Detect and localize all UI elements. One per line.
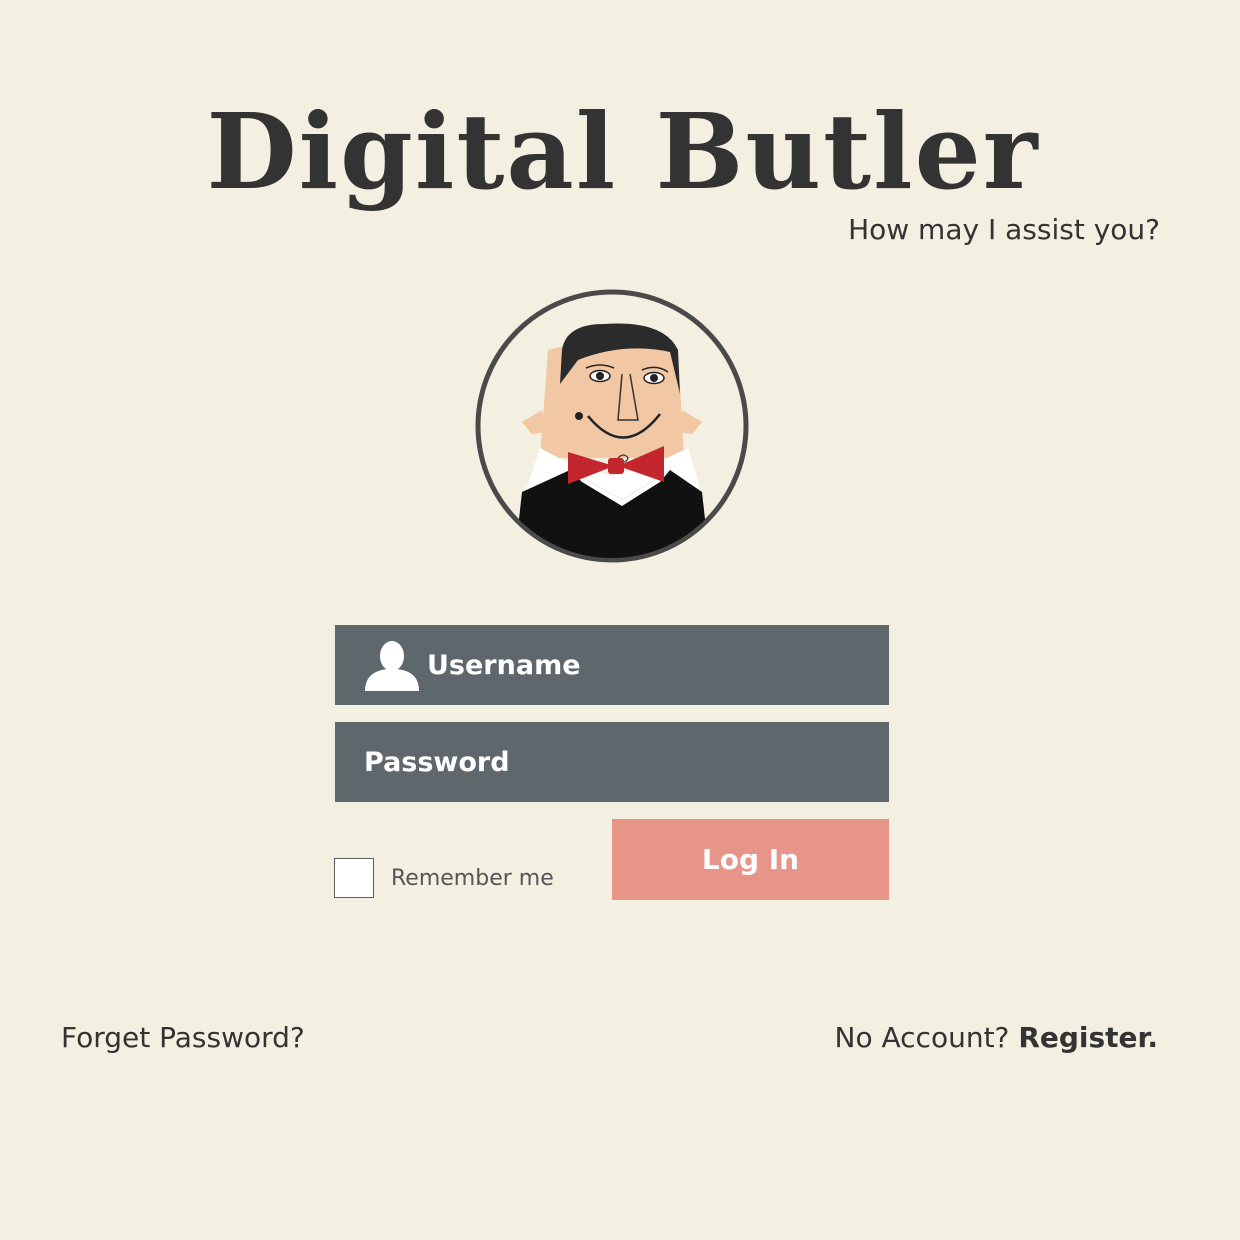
remember-me-label: Remember me (391, 865, 554, 891)
remember-me: Remember me (334, 858, 554, 898)
no-account-label: No Account? (834, 1021, 1010, 1054)
butler-avatar (475, 289, 749, 563)
tagline: How may I assist you? (848, 213, 1160, 246)
register-link[interactable]: Register. (1018, 1021, 1158, 1054)
remember-me-checkbox[interactable] (334, 858, 374, 898)
username-input[interactable] (427, 625, 889, 705)
password-field[interactable] (335, 722, 889, 802)
login-button[interactable]: Log In (612, 819, 889, 900)
username-field[interactable] (335, 625, 889, 705)
user-icon (365, 641, 419, 691)
register-prompt: No Account? Register. (835, 1018, 1158, 1058)
forgot-password-link[interactable]: Forget Password? (61, 1018, 305, 1058)
app-title: Digital Butler (206, 90, 1040, 213)
password-input[interactable] (364, 722, 889, 802)
